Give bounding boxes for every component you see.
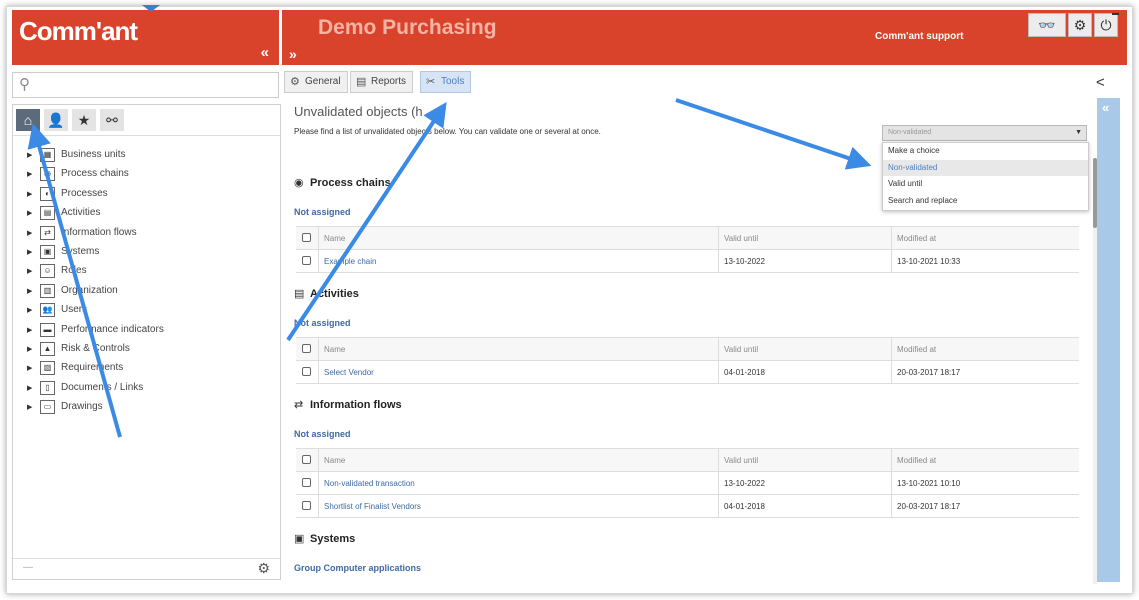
- annotation-arrow: [675, 98, 872, 170]
- annotation-arrow: [27, 123, 122, 438]
- annotation-arrows: [27, 98, 872, 438]
- annotation-arrow: [286, 102, 447, 342]
